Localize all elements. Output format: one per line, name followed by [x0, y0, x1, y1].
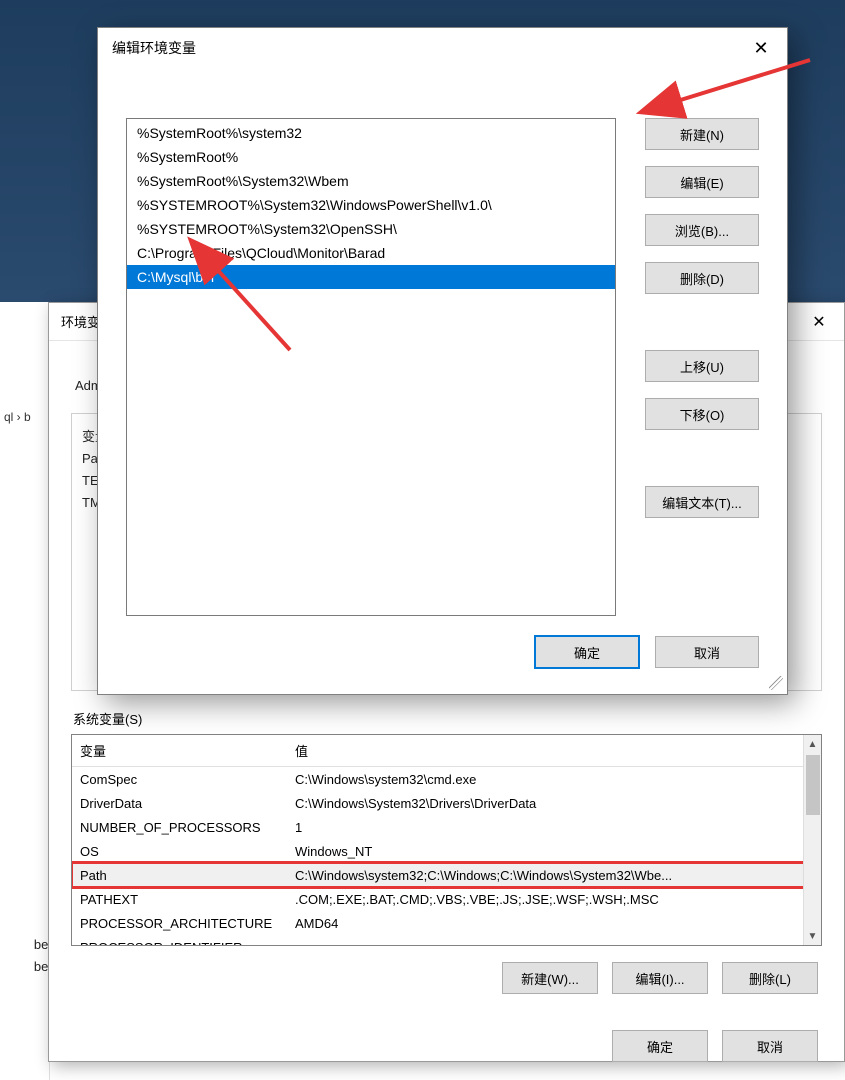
- system-var-name: OS: [72, 844, 287, 859]
- system-vars-col-value[interactable]: 值: [287, 735, 821, 766]
- system-var-value: Windows_NT: [287, 844, 821, 859]
- env-ok-button[interactable]: 确定: [612, 1030, 708, 1062]
- cancel-button[interactable]: 取消: [655, 636, 759, 668]
- move-up-button[interactable]: 上移(U): [645, 350, 759, 382]
- edit-path-title: 编辑环境变量: [112, 38, 735, 58]
- move-down-button[interactable]: 下移(O): [645, 398, 759, 430]
- sys-edit-button[interactable]: 编辑(I)...: [612, 962, 708, 994]
- system-var-row[interactable]: PROCESSOR_ARCHITECTUREAMD64: [72, 911, 821, 935]
- sys-delete-button[interactable]: 删除(L): [722, 962, 818, 994]
- edit-path-dialog: 编辑环境变量 ✕ %SystemRoot%\system32%SystemRoo…: [97, 27, 788, 695]
- system-var-row[interactable]: NUMBER_OF_PROCESSORS1: [72, 815, 821, 839]
- system-var-row[interactable]: DriverDataC:\Windows\System32\Drivers\Dr…: [72, 791, 821, 815]
- delete-button[interactable]: 删除(D): [645, 262, 759, 294]
- system-var-value: 1: [287, 820, 821, 835]
- scroll-up-icon[interactable]: ▲: [804, 735, 821, 753]
- new-button[interactable]: 新建(N): [645, 118, 759, 150]
- explorer-breadcrumb-remnant: ql › b: [4, 410, 47, 424]
- path-listbox[interactable]: %SystemRoot%\system32%SystemRoot%%System…: [126, 118, 616, 616]
- path-item[interactable]: C:\Mysql\bin: [127, 265, 615, 289]
- system-var-name: Path: [72, 868, 287, 883]
- system-var-value: C:\Windows\system32;C:\Windows;C:\Window…: [287, 868, 821, 883]
- edit-text-button[interactable]: 编辑文本(T)...: [645, 486, 759, 518]
- edit-button[interactable]: 编辑(E): [645, 166, 759, 198]
- system-var-value: C:\Windows\System32\Drivers\DriverData: [287, 796, 821, 811]
- system-var-value: .COM;.EXE;.BAT;.CMD;.VBS;.VBE;.JS;.JSE;.…: [287, 892, 821, 907]
- system-var-name: DriverData: [72, 796, 287, 811]
- system-vars-listbox[interactable]: 变量 值 ComSpecC:\Windows\system32\cmd.exeD…: [71, 734, 822, 946]
- scroll-down-icon[interactable]: ▼: [804, 927, 821, 945]
- env-cancel-button[interactable]: 取消: [722, 1030, 818, 1062]
- browse-button[interactable]: 浏览(B)...: [645, 214, 759, 246]
- system-vars-label: 系统变量(S): [73, 709, 822, 728]
- edit-path-titlebar[interactable]: 编辑环境变量 ✕: [98, 28, 787, 68]
- system-vars-header: 变量 值: [72, 735, 821, 767]
- path-item[interactable]: %SystemRoot%\System32\Wbem: [127, 169, 615, 193]
- path-item[interactable]: %SYSTEMROOT%\System32\WindowsPowerShell\…: [127, 193, 615, 217]
- path-item[interactable]: %SystemRoot%: [127, 145, 615, 169]
- path-item[interactable]: %SYSTEMROOT%\System32\OpenSSH\: [127, 217, 615, 241]
- system-var-name: NUMBER_OF_PROCESSORS: [72, 820, 287, 835]
- path-item[interactable]: %SystemRoot%\system32: [127, 121, 615, 145]
- system-var-row[interactable]: PROCESSOR_IDENTIFIER: [72, 935, 821, 946]
- resize-grip-icon[interactable]: [769, 676, 783, 690]
- system-var-value: AMD64: [287, 916, 821, 931]
- system-var-name: PATHEXT: [72, 892, 287, 907]
- system-var-name: PROCESSOR_ARCHITECTURE: [72, 916, 287, 931]
- scroll-thumb[interactable]: [806, 755, 820, 815]
- close-icon[interactable]: ✕: [794, 303, 844, 341]
- sys-new-button[interactable]: 新建(W)...: [502, 962, 598, 994]
- system-var-name: ComSpec: [72, 772, 287, 787]
- system-vars-col-name[interactable]: 变量: [72, 735, 287, 766]
- system-var-row[interactable]: ComSpecC:\Windows\system32\cmd.exe: [72, 767, 821, 791]
- system-var-name: PROCESSOR_IDENTIFIER: [72, 940, 287, 947]
- path-item[interactable]: C:\Program Files\QCloud\Monitor\Barad: [127, 241, 615, 265]
- system-var-row[interactable]: PathC:\Windows\system32;C:\Windows;C:\Wi…: [72, 863, 821, 887]
- ok-button[interactable]: 确定: [535, 636, 639, 668]
- system-var-row[interactable]: OSWindows_NT: [72, 839, 821, 863]
- system-var-value: C:\Windows\system32\cmd.exe: [287, 772, 821, 787]
- scrollbar[interactable]: ▲ ▼: [803, 735, 821, 945]
- system-var-row[interactable]: PATHEXT.COM;.EXE;.BAT;.CMD;.VBS;.VBE;.JS…: [72, 887, 821, 911]
- close-icon[interactable]: ✕: [735, 28, 787, 68]
